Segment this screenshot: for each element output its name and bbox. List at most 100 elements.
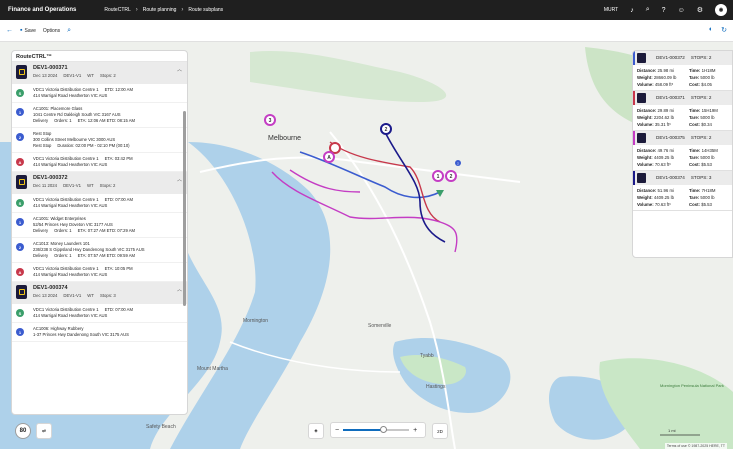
route-meta: Dec 11 2024 DEV1-V1 WT Stops: 2	[33, 183, 116, 188]
stop-marker-icon: 1	[16, 328, 24, 336]
map-label-mount-martha: Mount Martha	[197, 366, 228, 372]
save-icon: ▪	[20, 27, 23, 34]
map-pin-small-2[interactable]: 2	[455, 160, 461, 166]
zoom-out-button[interactable]: −	[335, 427, 339, 434]
stop-row[interactable]: 1 AC1006: Highway Rubbery 1-37 Princes H…	[12, 323, 187, 342]
stop-marker-icon: 1	[16, 108, 24, 116]
svg-text:2: 2	[450, 174, 453, 180]
route-badge-icon	[16, 285, 27, 299]
top-right-tools: MURT ♪ ⌕ ? ☺ ⚙ ◉	[604, 0, 733, 20]
breadcrumb-item-route-planning[interactable]: Route planning	[143, 7, 177, 13]
start-marker-icon: S	[16, 199, 24, 207]
map-scale-label: 1 mi	[668, 428, 676, 433]
breadcrumb: RouteCTRL › Route planning › Route subpl…	[104, 7, 223, 13]
breadcrumb-item-route-subplans[interactable]: Route subplans	[188, 7, 223, 13]
zoom-slider-handle[interactable]	[379, 426, 387, 433]
feedback-smile-icon[interactable]: ☺	[678, 7, 685, 14]
route-list-panel: RouteCTRL™ DEV1-000371 Dec 13 2024 DEV1-V…	[11, 50, 188, 415]
chevron-right-icon: ›	[135, 7, 138, 13]
attach-icon[interactable]: ◐	[709, 26, 713, 34]
company-picker[interactable]: MURT	[604, 7, 618, 13]
route-badge-icon	[637, 93, 646, 103]
route-header-dev1-000374[interactable]: DEV1-000374 Dec 13 2024 DEV1-V1 WT Stops: 3…	[12, 282, 187, 304]
notification-bell-icon[interactable]: ♪	[630, 7, 634, 14]
map-credit: Terms of use © 1987-2025 HERE, TT	[664, 443, 727, 449]
search-icon[interactable]: ⌕	[646, 6, 650, 14]
save-label: Save	[24, 27, 36, 34]
route-header-dev1-000372[interactable]: DEV1-000372 Dec 11 2024 DEV1-V1 WT Stops: 2…	[12, 172, 187, 194]
gear-icon[interactable]: ⚙	[697, 6, 703, 14]
chevron-up-icon[interactable]: ︿	[177, 66, 182, 73]
stop-row[interactable]: 2 Rest Stop 300 Collins Street Melbourne…	[12, 128, 187, 153]
svg-text:3: 3	[269, 118, 272, 124]
app-launcher-icon[interactable]	[0, 0, 5, 20]
route-card-dev1-000375[interactable]: DEV1-000375 STOPS: 2 Distance: 49.76 mi Ti…	[633, 131, 732, 171]
start-marker-icon: S	[16, 309, 24, 317]
svg-text:A: A	[327, 155, 331, 161]
map-pin-2-purple[interactable]: 2	[445, 170, 457, 182]
top-navigation-bar: Finance and Operations RouteCTRL › Route…	[0, 0, 733, 20]
stop-list-dev1-000372: S VDC1 Victoria Distribution Centre 1 ETD…	[12, 194, 187, 282]
map-label-hastings: Hastings	[426, 384, 446, 390]
route-card-dev1-000372[interactable]: DEV1-000372 STOPS: 2 Distance: 25.98 mi Ti…	[633, 51, 732, 91]
map-label-mornington: Mornington	[243, 318, 268, 324]
stop-row[interactable]: 1 AC1001: Placemore Glass 1041 Centre Rd…	[12, 103, 187, 128]
route-meta: Dec 13 2024 DEV1-V1 WT Stops: 3	[33, 293, 116, 298]
save-button[interactable]: ▪ Save	[20, 27, 36, 34]
map-layers-icon[interactable]: ◈	[308, 423, 324, 439]
app-title[interactable]: Finance and Operations	[8, 7, 76, 13]
stop-row[interactable]: A VDC1 Victoria Distribution Centre 1 ETA…	[12, 153, 187, 172]
traffic-toggle-icon[interactable]: ⇄	[36, 423, 52, 439]
search-icon[interactable]: ⌕	[67, 27, 71, 35]
route-id: DEV1-000371	[33, 65, 68, 71]
route-line-dev1-000374[interactable]	[384, 131, 446, 243]
stop-list-dev1-000371: S VDC1 Victoria Distribution Centre 1 ETD…	[12, 84, 187, 172]
stop-row[interactable]: S VDC1 Victoria Distribution Centre 1 ETD…	[12, 84, 187, 103]
stop-row[interactable]: 2 AC1013: Money Launders 101 236/238 S G…	[12, 238, 187, 263]
stop-marker-icon: 1	[16, 218, 24, 226]
help-icon[interactable]: ?	[662, 7, 666, 14]
view-2d-3d-toggle[interactable]: 2D	[432, 423, 448, 439]
chevron-up-icon[interactable]: ︿	[177, 176, 182, 183]
stop-row[interactable]: 1 AC1001: Widget Enterprises 52/54 Princ…	[12, 213, 187, 238]
start-marker-icon: S	[16, 89, 24, 97]
stop-row[interactable]: S VDC1 Victoria Distribution Centre 1 ETD…	[12, 304, 187, 323]
zoom-control: − +	[330, 422, 426, 438]
map-pin-3[interactable]: 3	[264, 114, 276, 126]
route-id: DEV1-000372	[33, 175, 68, 181]
end-marker-icon: A	[16, 158, 24, 166]
zoom-slider[interactable]	[343, 426, 410, 433]
route-meta: Dec 13 2024 DEV1-V1 WT Stops: 2	[33, 73, 116, 78]
options-button[interactable]: Options	[43, 28, 60, 34]
panel-title: RouteCTRL™	[12, 51, 187, 62]
action-pane-right-tools: ◐ ↻	[709, 26, 727, 34]
map-pin-a[interactable]: A	[323, 151, 335, 163]
zoom-in-button[interactable]: +	[413, 427, 417, 434]
refresh-icon[interactable]: ↻	[721, 26, 727, 34]
route-id: DEV1-000374	[33, 285, 68, 291]
stop-marker-icon: 2	[16, 133, 24, 141]
svg-text:2: 2	[385, 127, 388, 133]
route-badge-icon	[637, 53, 646, 63]
route-card-dev1-000374[interactable]: DEV1-000374 STOPS: 3 Distance: 51.96 mi Ti…	[633, 171, 732, 211]
stop-row[interactable]: S VDC1 Victoria Distribution Centre 1 ETD…	[12, 194, 187, 213]
route-header-dev1-000371[interactable]: DEV1-000371 Dec 13 2024 DEV1-V1 WT Stops: 2…	[12, 62, 187, 84]
end-marker-icon: A	[16, 268, 24, 276]
map-pin-1-purple[interactable]: 1	[432, 170, 444, 182]
stop-marker-icon: 2	[16, 243, 24, 251]
map-label-somerville: Somerville	[368, 323, 392, 329]
panel-scrollbar[interactable]	[183, 111, 186, 306]
map-label-safety-beach: Safety Beach	[146, 424, 176, 430]
back-arrow-icon[interactable]: ←	[6, 27, 13, 34]
breadcrumb-item-routectrl[interactable]: RouteCTRL	[104, 7, 130, 13]
svg-text:1: 1	[437, 174, 440, 180]
route-badge-icon	[637, 173, 646, 183]
route-card-dev1-000371[interactable]: DEV1-000371 STOPS: 2 Distance: 29.89 mi Ti…	[633, 91, 732, 131]
chevron-right-icon: ›	[181, 7, 184, 13]
stop-row[interactable]: A VDC1 Victoria Distribution Centre 1 ETA…	[12, 263, 187, 282]
user-avatar-icon[interactable]: ◉	[715, 4, 727, 16]
route-badge-icon	[16, 175, 27, 189]
map-pin-2-blue[interactable]: 2	[380, 123, 392, 135]
park-north-west	[250, 51, 447, 102]
chevron-up-icon[interactable]: ︿	[177, 286, 182, 293]
